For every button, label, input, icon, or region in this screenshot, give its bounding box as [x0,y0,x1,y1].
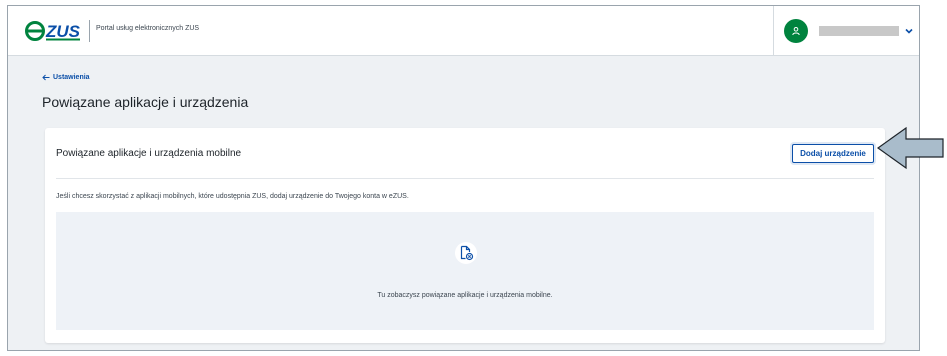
pointer-arrow-icon [876,126,944,170]
user-name-redacted[interactable] [819,26,899,36]
top-bar: ZUS Portal usług elektronicznych ZUS [8,6,919,56]
chevron-down-icon[interactable] [904,26,914,36]
back-link[interactable]: Ustawienia [42,74,90,81]
page-title: Powiązane aplikacje i urządzenia [42,94,249,110]
svg-text:ZUS: ZUS [45,22,81,41]
back-link-label: Ustawienia [53,74,90,81]
empty-state-icon-wrap [455,242,477,264]
add-device-button[interactable]: Dodaj urządzenie [792,144,874,163]
document-remove-icon [460,245,474,261]
logo-divider [89,20,90,42]
app-window: ZUS Portal usług elektronicznych ZUS Ust… [7,5,920,351]
arrow-left-icon [42,74,50,81]
empty-state-panel: Tu zobaczysz powiązane aplikacje i urząd… [56,212,874,330]
portal-name: Portal usług elektronicznych ZUS [96,25,200,32]
card-divider [56,178,874,179]
empty-state-text: Tu zobaczysz powiązane aplikacje i urząd… [377,292,553,299]
card-title: Powiązane aplikacje i urządzenia mobilne [56,148,242,159]
devices-card: Powiązane aplikacje i urządzenia mobilne… [45,128,885,343]
user-divider [773,6,774,55]
ezus-logo[interactable]: ZUS [25,20,83,42]
info-text: Jeśli chcesz skorzystać z aplikacji mobi… [56,193,409,200]
user-icon [792,27,800,36]
user-avatar[interactable] [784,19,808,43]
